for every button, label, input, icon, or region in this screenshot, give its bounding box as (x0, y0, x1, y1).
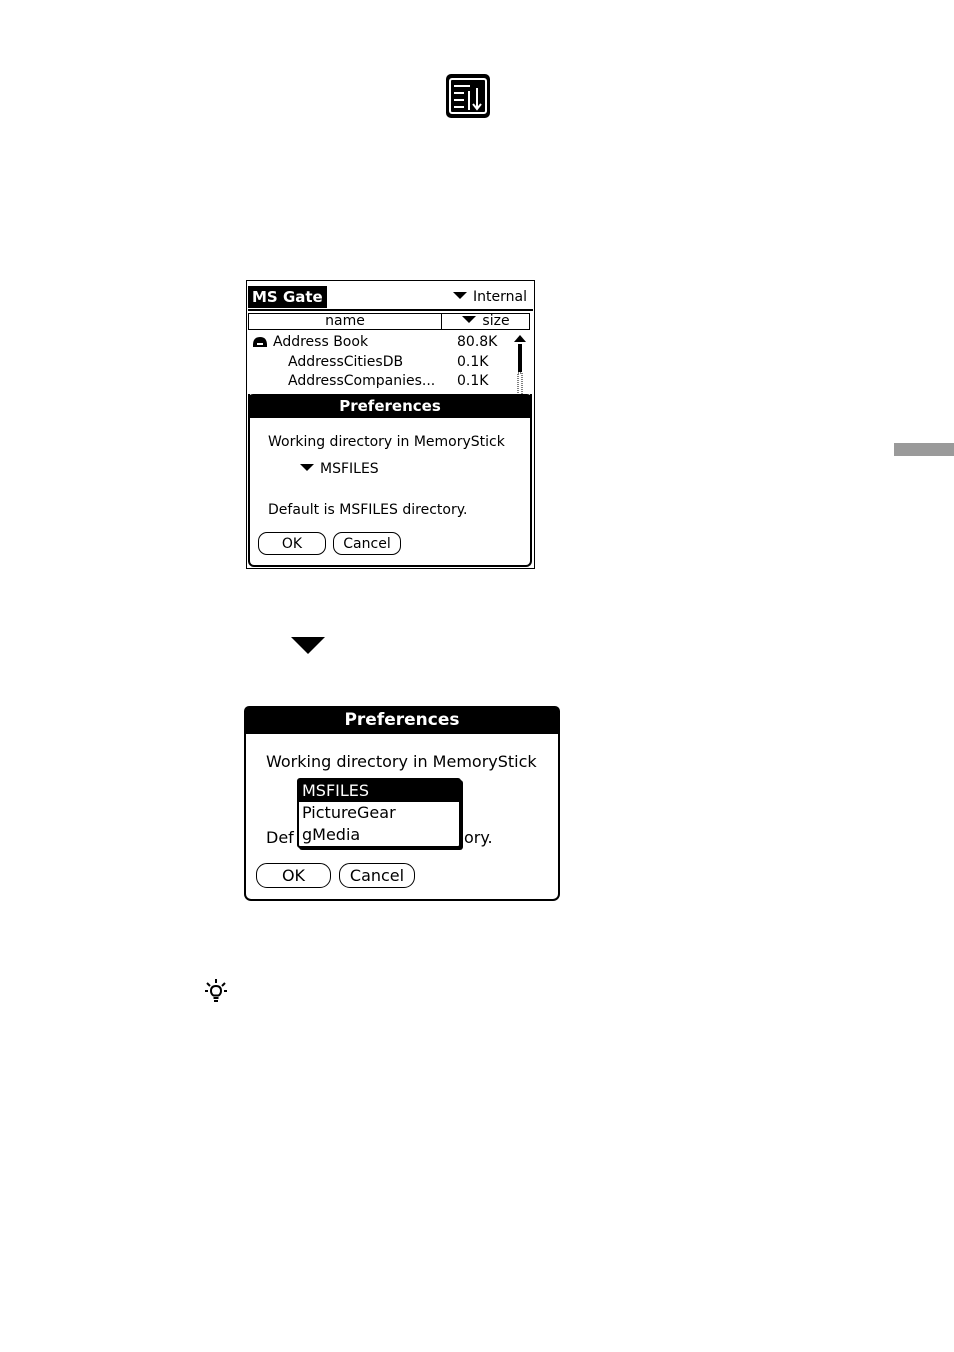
directory-option[interactable]: PictureGear (299, 802, 459, 824)
default-directory-note-end: ory. (464, 828, 493, 847)
directory-option[interactable]: gMedia (299, 824, 459, 846)
section-tab (894, 443, 954, 456)
ms-gate-sort-icon (446, 74, 490, 118)
list-item[interactable]: AddressCitiesDB 0.1K (251, 353, 511, 372)
ms-gate-screen: MS Gate Internal name size Address Book … (246, 280, 535, 569)
category-label: Internal (473, 289, 527, 305)
list-item-size: 0.1K (457, 373, 489, 389)
ok-button[interactable]: OK (256, 863, 331, 888)
column-header: name size (248, 313, 530, 330)
app-title: MS Gate (248, 286, 327, 308)
list-item[interactable]: AddressCompanies... 0.1K (251, 372, 511, 391)
default-directory-note-start: Def (266, 828, 294, 847)
dialog-title: Preferences (244, 706, 560, 734)
directory-option[interactable]: MSFILES (299, 780, 459, 802)
scrollbar[interactable] (513, 335, 527, 395)
ok-button[interactable]: OK (258, 532, 326, 555)
default-directory-note: Default is MSFILES directory. (268, 502, 468, 518)
title-bar: MS Gate Internal (247, 284, 534, 311)
column-size-header[interactable]: size (442, 314, 530, 329)
list-item-name: AddressCompanies... (288, 373, 436, 389)
preferences-dialog-expanded: Preferences Working directory in MemoryS… (244, 706, 560, 901)
list-item-name: Address Book (273, 334, 369, 350)
list-item-name: AddressCitiesDB (288, 354, 404, 370)
list-item[interactable]: Address Book 80.8K (251, 333, 511, 352)
scroll-up-arrow-icon (514, 335, 526, 342)
list-item-size: 0.1K (457, 354, 489, 370)
working-directory-label: Working directory in MemoryStick (266, 752, 537, 771)
dropdown-triangle-icon (453, 291, 468, 299)
step-down-arrow-icon (291, 637, 325, 654)
sort-triangle-icon (462, 315, 477, 323)
working-directory-label: Working directory in MemoryStick (268, 434, 505, 450)
directory-picker-value: MSFILES (320, 461, 379, 477)
lightbulb-icon (205, 979, 227, 1002)
column-size-label: size (482, 313, 510, 329)
category-picker[interactable]: Internal (453, 288, 527, 306)
cancel-button[interactable]: Cancel (339, 863, 415, 888)
list-item-size: 80.8K (457, 334, 498, 350)
directory-popup-list[interactable]: MSFILES PictureGear gMedia (297, 778, 461, 848)
title-rule (248, 309, 533, 311)
column-name-header[interactable]: name (249, 314, 442, 329)
dialog-title: Preferences (248, 394, 532, 418)
dropdown-triangle-icon (300, 463, 314, 471)
preferences-dialog: Preferences Working directory in MemoryS… (248, 394, 532, 567)
directory-picker[interactable]: MSFILES (300, 460, 379, 478)
cancel-button[interactable]: Cancel (333, 532, 401, 555)
